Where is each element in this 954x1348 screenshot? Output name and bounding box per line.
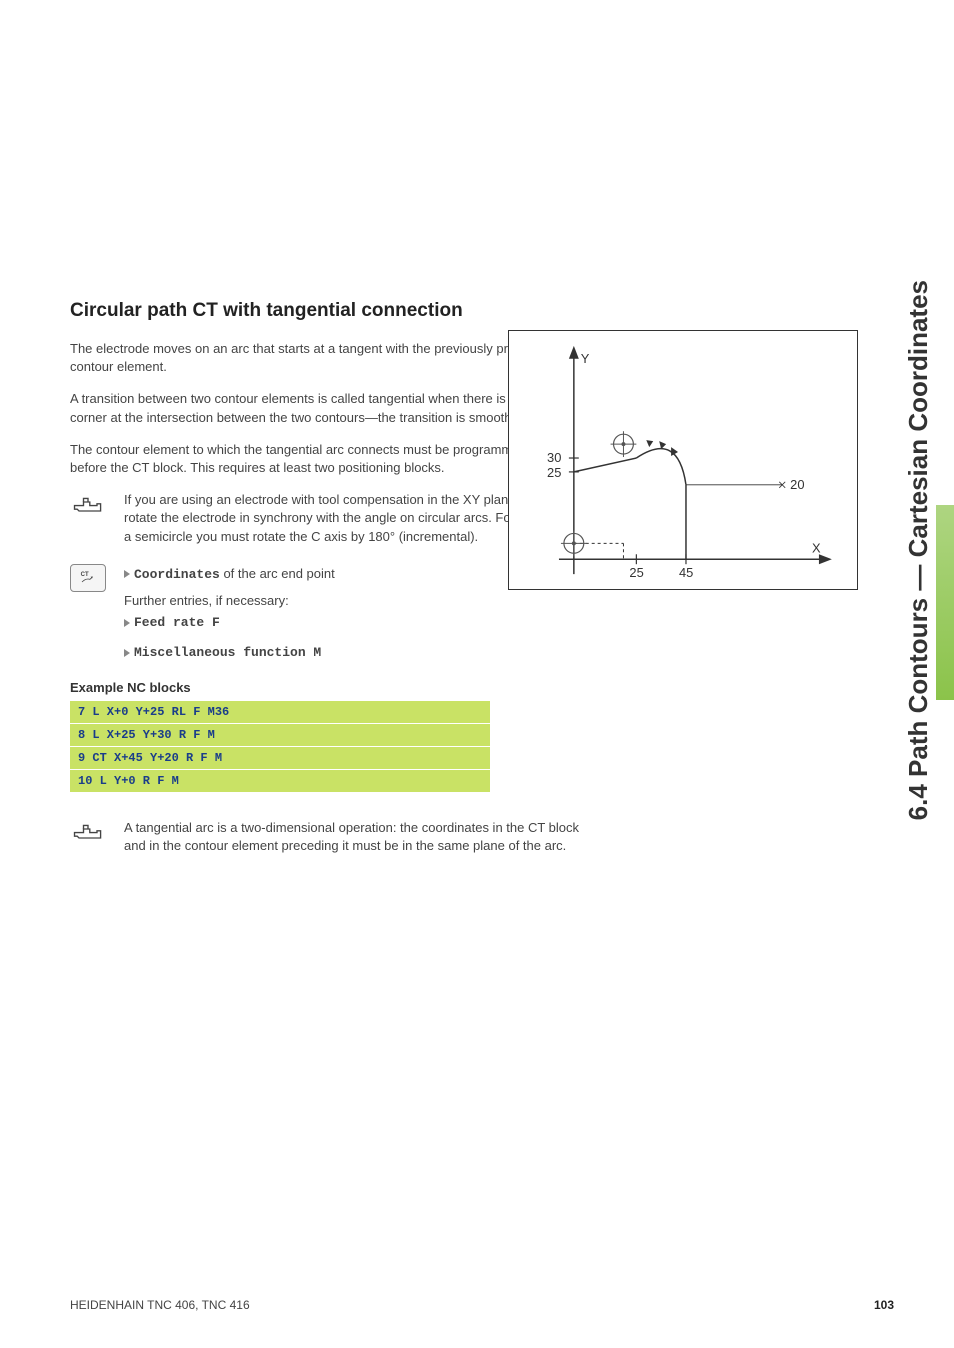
- misc-function-label: Miscellaneous function M: [134, 645, 321, 660]
- page-number: 103: [874, 1298, 894, 1312]
- page-footer: HEIDENHAIN TNC 406, TNC 416 103: [70, 1298, 894, 1312]
- footer-left-text: HEIDENHAIN TNC 406, TNC 416: [70, 1298, 250, 1312]
- code-line-1: 7 L X+0 Y+25 RL F M36: [70, 701, 490, 724]
- page-heading: Circular path CT with tangential connect…: [70, 300, 600, 322]
- section-side-title: 6.4 Path Contours — Cartesian Coordinate…: [903, 280, 934, 820]
- diagram-figure: Y X 30 25 25 45 20: [508, 330, 858, 590]
- code-line-4: 10 L Y+0 R F M: [70, 770, 490, 793]
- fig-tick-25x: 25: [629, 565, 643, 580]
- svg-text:CT: CT: [81, 572, 89, 578]
- coordinates-rest: of the arc end point: [220, 566, 335, 581]
- note-2-text: A tangential arc is a two-dimensional op…: [124, 819, 600, 855]
- further-entries-text: Further entries, if necessary:: [124, 591, 600, 612]
- code-line-2: 8 L X+25 Y+30 R F M: [70, 724, 490, 747]
- ct-key-icon: CT: [70, 564, 106, 592]
- fig-tick-45x: 45: [679, 565, 693, 580]
- hand-point-icon: [70, 491, 106, 519]
- fig-x-label: X: [812, 540, 821, 555]
- fig-tick-20: 20: [790, 477, 804, 492]
- fig-tick-30y: 30: [547, 450, 561, 465]
- note-box-2: A tangential arc is a two-dimensional op…: [70, 819, 600, 855]
- hand-point-icon: [70, 819, 106, 847]
- fig-y-label: Y: [581, 351, 590, 366]
- code-line-3: 9 CT X+45 Y+20 R F M: [70, 747, 490, 770]
- coordinates-label: Coordinates: [134, 567, 220, 582]
- side-accent-bar: [936, 505, 954, 700]
- example-heading: Example NC blocks: [70, 680, 600, 695]
- code-block: 7 L X+0 Y+25 RL F M36 8 L X+25 Y+30 R F …: [70, 701, 490, 793]
- feed-rate-label: Feed rate F: [134, 615, 220, 630]
- fig-tick-25y: 25: [547, 465, 561, 480]
